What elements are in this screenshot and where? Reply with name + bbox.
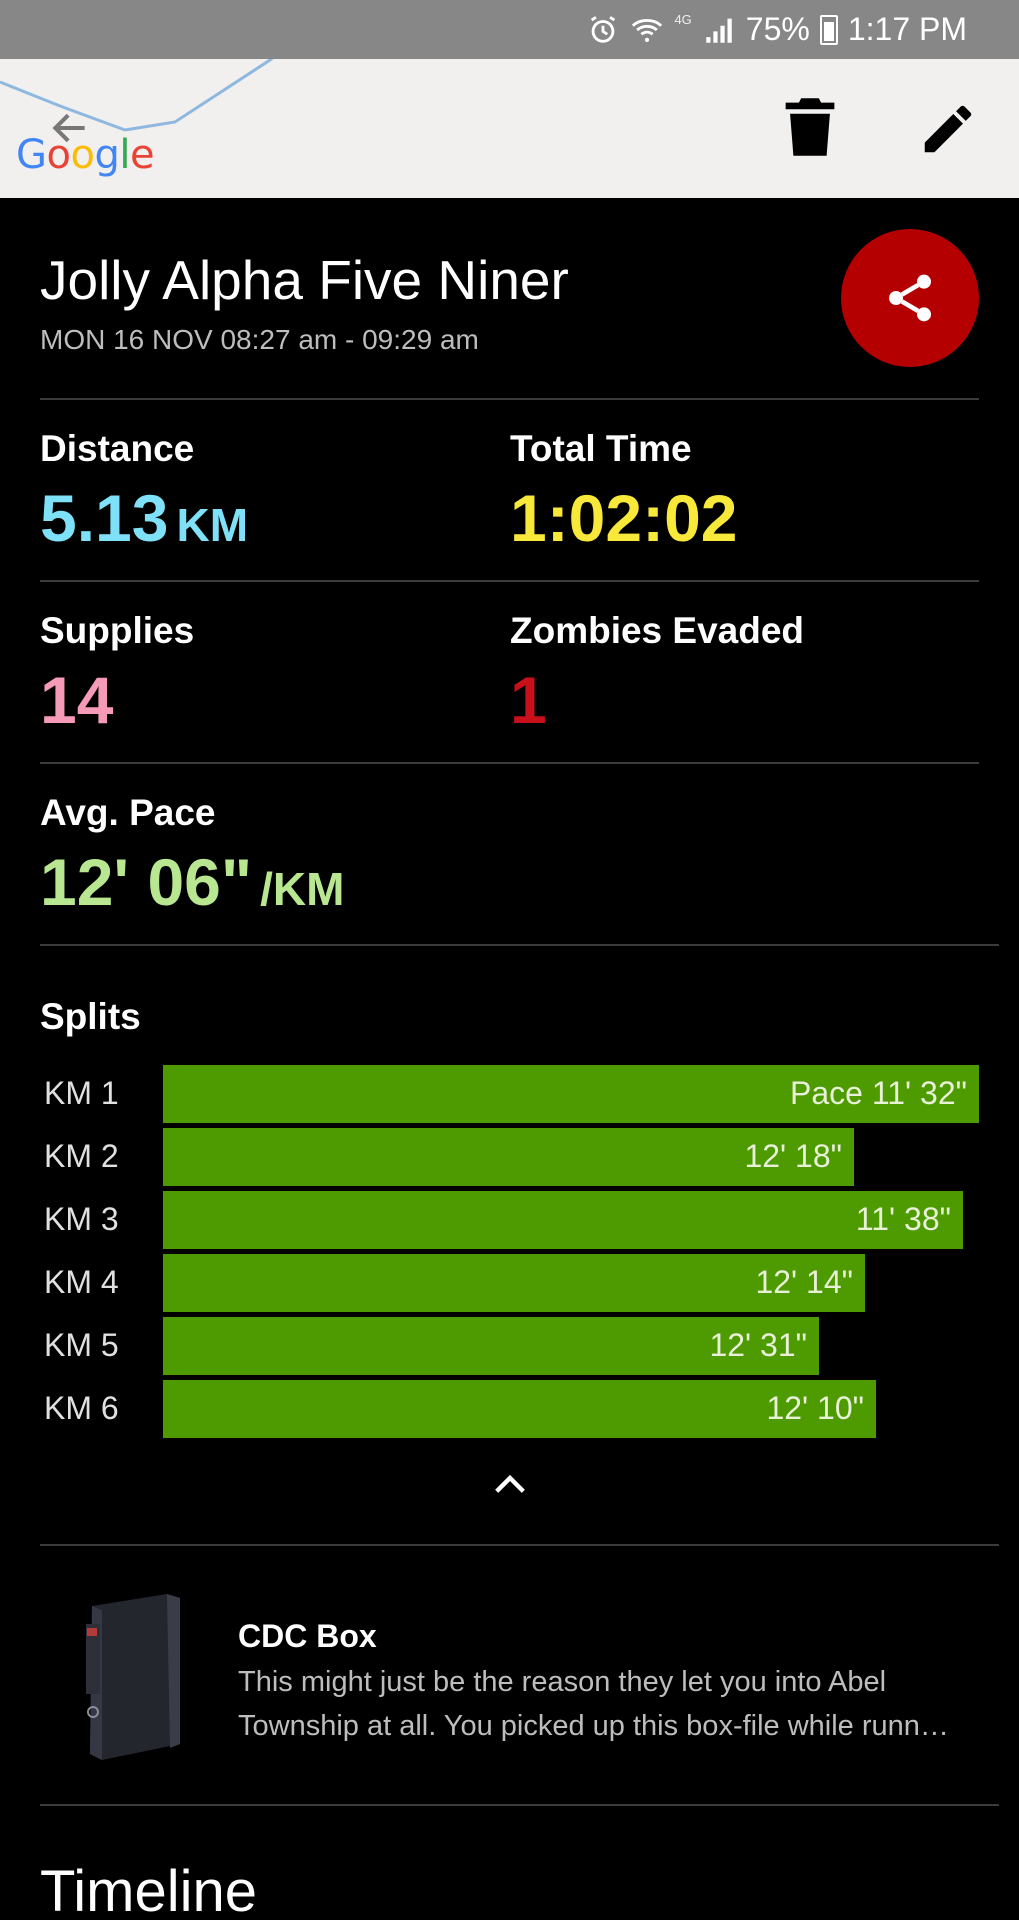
divider [40,762,979,764]
signal-icon [706,18,732,43]
status-bar: 4G 75% 1:17 PM [0,0,1019,59]
distance-value: 5.13 KM [40,480,248,556]
delete-button[interactable] [783,96,837,158]
run-date: MON 16 NOV 08:27 am - 09:29 am [40,324,479,355]
split-pace: 12' 31" [709,1327,807,1363]
split-bar: 12' 14" [163,1254,865,1312]
avg-pace-label: Avg. Pace [40,792,216,833]
split-row: KM 2 12' 18" [0,1128,1019,1186]
total-time-label: Total Time [510,428,692,469]
clock: 1:17 PM [847,11,967,47]
split-row: KM 5 12' 31" [0,1317,1019,1375]
item-title: CDC Box [238,1618,377,1654]
split-row: KM 6 12' 10" [0,1380,1019,1438]
split-pace: 12' 10" [766,1390,864,1426]
wifi-icon [632,18,663,42]
run-title: Jolly Alpha Five Niner [40,249,569,311]
splits-title: Splits [40,996,141,1037]
network-type: 4G [674,12,692,27]
split-label: KM 6 [44,1390,119,1426]
split-bar: 11' 38" [163,1191,963,1249]
supplies-value: 14 [40,663,114,737]
chevron-up-icon[interactable] [490,1468,530,1498]
avg-pace-unit: /KM [260,863,345,915]
timeline-title: Timeline [40,1859,258,1920]
edit-button[interactable] [917,98,979,160]
divider [40,944,999,946]
battery-percent: 75% [745,11,810,47]
share-button[interactable] [841,229,979,367]
split-label: KM 1 [44,1075,119,1111]
split-row: KM 4 12' 14" [0,1254,1019,1312]
zombies-evaded-label: Zombies Evaded [510,610,805,651]
split-bar: Pace 11' 32" [163,1065,979,1123]
split-row: KM 3 11' 38" [0,1191,1019,1249]
split-pace: Pace 11' 32" [790,1075,967,1111]
share-icon [889,274,931,322]
split-pace: 11' 38" [855,1201,951,1237]
distance-unit: KM [176,499,249,551]
total-time-value: 1:02:02 [510,481,738,555]
split-bar: 12' 31" [163,1317,819,1375]
split-label: KM 4 [44,1264,119,1300]
avg-pace-value: 12' 06"/KM [40,844,344,920]
divider [40,398,979,400]
split-label: KM 2 [44,1138,119,1174]
distance-label: Distance [40,428,195,469]
split-label: KM 5 [44,1327,119,1363]
item-desc-line1: This might just be the reason they let y… [238,1666,887,1698]
alarm-icon [591,15,616,43]
item-desc-line2: Township at all. You picked up this box-… [238,1710,949,1742]
zombies-evaded-value: 1 [510,663,547,737]
split-bar: 12' 10" [163,1380,876,1438]
split-label: KM 3 [44,1201,119,1237]
supplies-label: Supplies [40,610,195,651]
avg-pace-number: 12' 06" [40,845,253,919]
box-file-image [86,1594,180,1760]
split-row: KM 1 Pace 11' 32" [0,1065,1019,1123]
split-pace: 12' 18" [744,1138,842,1174]
split-bar: 12' 18" [163,1128,854,1186]
divider [40,580,979,582]
divider [40,1804,999,1806]
google-logo: Google [16,132,155,178]
item-description: This might just be the reason they let y… [238,1660,983,1748]
battery-icon [819,14,838,45]
split-pace: 12' 14" [755,1264,853,1300]
distance-number: 5.13 [40,481,169,555]
divider [40,1544,999,1546]
